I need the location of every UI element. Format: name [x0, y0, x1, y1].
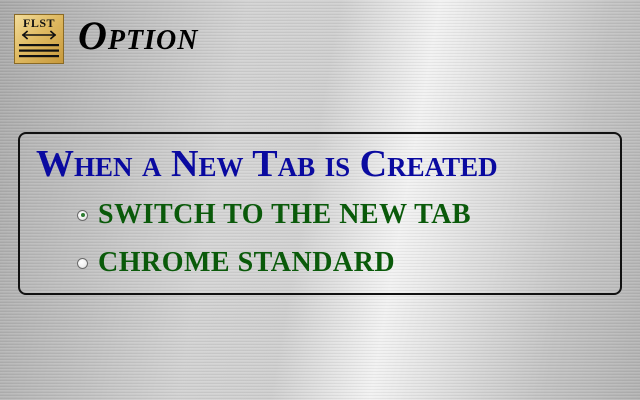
option-label: CHROME STANDARD [98, 247, 396, 278]
app-logo: FLST [14, 14, 64, 64]
new-tab-setting-panel: When a New Tab is Created SWITCH TO THE … [18, 132, 622, 295]
logo-text: FLST [22, 16, 55, 30]
radio-button-selected[interactable] [77, 209, 88, 221]
option-chrome-standard[interactable]: CHROME STANDARD [77, 247, 396, 279]
page-title: Option [78, 13, 199, 58]
option-switch-to-new-tab[interactable]: SWITCH TO THE NEW TAB [77, 199, 472, 231]
option-label: SWITCH TO THE NEW TAB [98, 199, 472, 230]
double-arrow-logo-icon [19, 30, 59, 58]
radio-button-unselected[interactable] [77, 257, 88, 269]
setting-heading: When a New Tab is Created [36, 143, 498, 185]
